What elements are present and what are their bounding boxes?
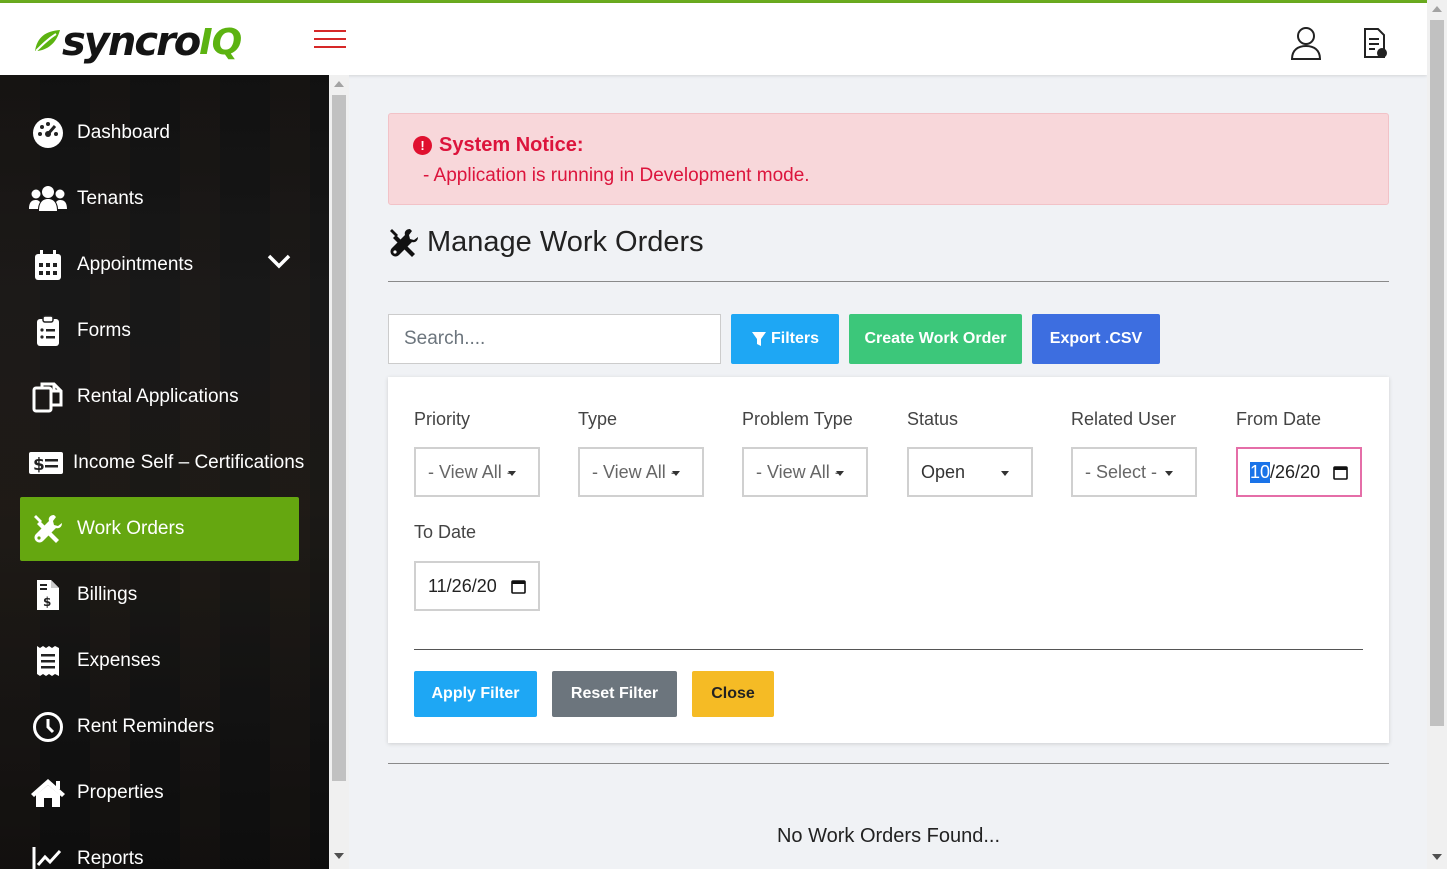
sidebar-item-label: Expenses	[77, 650, 161, 671]
tools-icon	[28, 509, 68, 549]
caret-down-icon	[672, 471, 680, 476]
sidebar: Dashboard Tenants Appointments Forms Ren…	[0, 75, 329, 869]
sidebar-scrollbar[interactable]	[329, 75, 349, 869]
apply-filter-button[interactable]: Apply Filter	[414, 671, 537, 717]
from-date-label: From Date	[1236, 409, 1322, 429]
leaf-icon	[35, 30, 60, 52]
notice-title: System Notice:	[439, 134, 584, 156]
sidebar-item-label: Forms	[77, 320, 131, 341]
create-work-order-button[interactable]: Create Work Order	[849, 314, 1022, 364]
page-title: Manage Work Orders	[388, 226, 704, 259]
dashboard-icon	[28, 113, 68, 153]
calendar-icon[interactable]	[511, 579, 526, 594]
sidebar-item-tenants[interactable]: Tenants	[20, 167, 299, 231]
caret-down-icon	[1001, 471, 1009, 476]
logo-text: syncro	[62, 19, 201, 65]
tools-icon	[388, 227, 420, 259]
sidebar-item-label: Reports	[77, 848, 144, 869]
calendar-icon	[28, 245, 68, 285]
sidebar-item-label: Properties	[77, 782, 164, 803]
reset-filter-button[interactable]: Reset Filter	[552, 671, 677, 717]
svg-text:$: $	[43, 595, 51, 609]
scrollbar-thumb[interactable]	[332, 95, 346, 781]
sidebar-item-income-certifications[interactable]: $ Income Self – Certifications	[20, 431, 304, 495]
caret-down-icon	[836, 471, 844, 476]
sidebar-item-properties[interactable]: Properties	[20, 761, 299, 825]
sidebar-item-label: Tenants	[77, 188, 144, 209]
sidebar-item-label: Dashboard	[77, 122, 170, 143]
alert-icon: !	[413, 136, 432, 155]
search-input[interactable]	[388, 314, 721, 364]
sidebar-item-dashboard[interactable]: Dashboard	[20, 101, 299, 165]
caret-down-icon	[508, 471, 516, 476]
sidebar-item-label: Appointments	[77, 254, 194, 275]
calendar-icon[interactable]	[1333, 465, 1348, 480]
page-title-text: Manage Work Orders	[427, 226, 704, 258]
sidebar-item-label: Work Orders	[77, 518, 185, 539]
close-button[interactable]: Close	[692, 671, 774, 717]
priority-select[interactable]: - View All -	[414, 447, 540, 497]
invoice-icon: $	[28, 575, 68, 615]
scroll-up-icon[interactable]	[1432, 6, 1442, 12]
scroll-down-icon[interactable]	[1432, 854, 1442, 860]
sidebar-item-appointments[interactable]: Appointments	[20, 233, 299, 297]
clipboard-icon	[28, 311, 68, 351]
type-label: Type	[578, 409, 618, 429]
receipt-icon	[28, 641, 68, 681]
scroll-up-icon[interactable]	[334, 81, 344, 87]
logo[interactable]: syncro IQ	[32, 17, 242, 67]
document-icon[interactable]	[1360, 25, 1394, 61]
home-icon	[28, 773, 68, 813]
problem-type-label: Problem Type	[742, 409, 853, 429]
sidebar-item-billings[interactable]: $ Billings	[20, 563, 299, 627]
sidebar-item-label: Income Self – Certifications	[73, 452, 305, 473]
sidebar-item-rent-reminders[interactable]: Rent Reminders	[20, 695, 299, 759]
sidebar-item-work-orders[interactable]: Work Orders	[20, 497, 299, 561]
scroll-down-icon[interactable]	[334, 853, 344, 859]
logo-suffix: IQ	[199, 21, 242, 63]
divider	[414, 649, 1363, 650]
clock-icon	[28, 707, 68, 747]
sidebar-item-label: Billings	[77, 584, 138, 605]
to-date-input[interactable]: 11/26/20	[414, 561, 540, 611]
related-user-select[interactable]: - Select -	[1071, 447, 1197, 497]
system-notice: ! System Notice: - Application is runnin…	[388, 113, 1389, 205]
chevron-down-icon[interactable]	[267, 253, 291, 275]
to-date-label: To Date	[414, 522, 477, 542]
status-select[interactable]: Open	[907, 447, 1033, 497]
svg-text:$: $	[33, 455, 45, 475]
money-icon: $	[28, 443, 64, 483]
scrollbar-thumb[interactable]	[1430, 20, 1444, 726]
app-header: syncro IQ	[0, 3, 1427, 75]
sidebar-item-rental-applications[interactable]: Rental Applications	[20, 365, 299, 429]
from-date-input[interactable]: 10/26/20	[1236, 447, 1362, 497]
type-select[interactable]: - View All -	[578, 447, 704, 497]
from-date-month: 10	[1250, 461, 1271, 483]
export-csv-button[interactable]: Export .CSV	[1032, 314, 1160, 364]
sidebar-item-label: Rental Applications	[77, 386, 239, 407]
notice-message: - Application is running in Development …	[423, 165, 810, 186]
priority-label: Priority	[414, 409, 471, 429]
hamburger-icon[interactable]	[314, 30, 346, 50]
related-user-label: Related User	[1071, 409, 1177, 429]
caret-down-icon	[1165, 471, 1173, 476]
chart-line-icon	[28, 839, 68, 869]
sidebar-item-expenses[interactable]: Expenses	[20, 629, 299, 693]
divider	[388, 763, 1389, 764]
sidebar-item-label: Rent Reminders	[77, 716, 215, 737]
filter-icon	[751, 332, 766, 346]
sidebar-item-reports[interactable]: Reports	[20, 827, 299, 869]
divider	[388, 281, 1389, 282]
user-icon[interactable]	[1289, 25, 1323, 61]
copy-icon	[28, 377, 68, 417]
sidebar-item-forms[interactable]: Forms	[20, 299, 299, 363]
empty-state-message: No Work Orders Found...	[776, 825, 1001, 847]
users-icon	[28, 179, 68, 219]
problem-type-select[interactable]: - View All -	[742, 447, 868, 497]
filter-panel: Priority - View All - Type - View All - …	[388, 377, 1389, 743]
page-scrollbar[interactable]	[1427, 0, 1447, 869]
filters-button[interactable]: Filters	[731, 314, 839, 364]
status-label: Status	[907, 409, 959, 429]
